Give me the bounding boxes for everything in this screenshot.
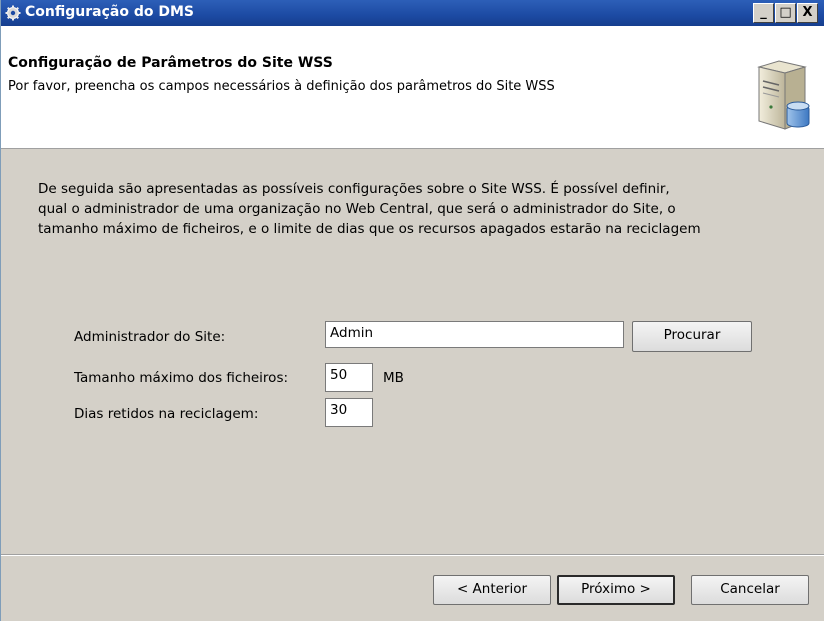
page-subtitle: Por favor, preencha os campos necessário… <box>8 79 555 94</box>
back-button[interactable]: < Anterior <box>433 575 551 605</box>
intro-text: De seguida são apresentadas as possíveis… <box>38 179 798 239</box>
retention-field[interactable]: 30 <box>325 398 373 427</box>
max-size-label: Tamanho máximo dos ficheiros: <box>74 370 289 386</box>
wizard-window: Configuração do DMS _ □ X Configuração d… <box>0 0 824 621</box>
admin-label: Administrador do Site: <box>74 329 226 345</box>
footer-divider <box>1 554 824 556</box>
page-title: Configuração de Parâmetros do Site WSS <box>8 55 333 71</box>
title-bar[interactable]: Configuração do DMS _ □ X <box>1 0 824 26</box>
next-button[interactable]: Próximo > <box>557 575 675 605</box>
gear-icon <box>5 5 21 21</box>
cancel-button[interactable]: Cancelar <box>691 575 809 605</box>
browse-button[interactable]: Procurar <box>632 321 752 352</box>
minimize-button[interactable]: _ <box>753 3 774 23</box>
admin-field[interactable]: Admin <box>325 321 624 348</box>
intro-line-1: De seguida são apresentadas as possíveis… <box>38 181 670 197</box>
intro-line-2: qual o administrador de uma organização … <box>38 201 676 217</box>
max-size-field[interactable]: 50 <box>325 363 373 392</box>
intro-line-3: tamanho máximo de ficheiros, e o limite … <box>38 221 701 237</box>
close-button[interactable]: X <box>797 3 818 23</box>
window-title: Configuração do DMS <box>25 4 194 20</box>
server-icon <box>757 60 810 130</box>
maximize-button[interactable]: □ <box>775 3 796 23</box>
wizard-header: Configuração de Parâmetros do Site WSS P… <box>1 26 824 149</box>
max-size-unit: MB <box>383 370 404 386</box>
retention-label: Dias retidos na reciclagem: <box>74 406 259 422</box>
